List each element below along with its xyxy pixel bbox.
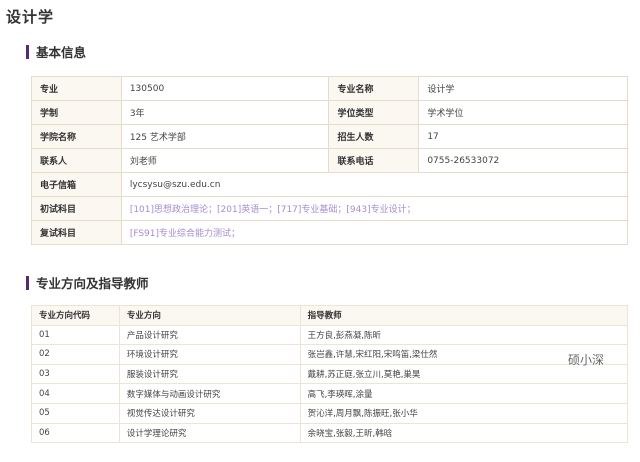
first-exam-label: 初试科目 bbox=[31, 196, 122, 221]
info-value: 3年 bbox=[120, 100, 330, 125]
table-row: 02 环境设计研究 张岂鑫,许慧,宋红阳,宋鸣笛,梁仕然 bbox=[31, 344, 629, 365]
info-key: 招生人数 bbox=[328, 124, 420, 149]
heading-accent-bar bbox=[26, 44, 29, 59]
table-row: 06 设计学理论研究 余晓宝,张毅,王昕,韩晗 bbox=[31, 422, 629, 444]
directions-table: 专业方向代码 专业方向 指导教师 01 产品设计研究 王方良,彭燕凝,陈昕 02… bbox=[31, 305, 629, 444]
table-row: 学院名称 125 艺术学部 招生人数 17 bbox=[31, 124, 628, 149]
first-exam-subjects[interactable]: [101]思想政治理论；[201]英语一；[717]专业基础；[943]专业设计… bbox=[120, 196, 629, 221]
table-header-row: 专业方向代码 专业方向 指导教师 bbox=[31, 305, 629, 326]
basic-info-table: 专业 130500 专业名称 设计学 学制 3年 学位类型 学术学位 学院名称 … bbox=[31, 76, 629, 245]
info-value: 17 bbox=[418, 124, 628, 149]
email-label: 电子信箱 bbox=[31, 172, 122, 197]
table-row: 04 数字媒体与动画设计研究 高飞,李瑛晖,涂量 bbox=[31, 383, 629, 404]
table-row: 03 服装设计研究 戴耕,苏正庭,张立川,莫艳,巢昊 bbox=[31, 363, 629, 385]
second-exam-subjects[interactable]: [FS91]专业综合能力测试； bbox=[120, 220, 629, 245]
direction-advisors: 高飞,李瑛晖,涂量 bbox=[299, 383, 629, 404]
info-key: 联系人 bbox=[31, 148, 122, 173]
table-row: 01 产品设计研究 王方良,彭燕凝,陈昕 bbox=[31, 324, 629, 346]
info-key: 专业 bbox=[31, 76, 122, 101]
table-row: 电子信箱 lycsysu@szu.edu.cn bbox=[31, 172, 629, 197]
info-value: 0755-26533072 bbox=[418, 148, 628, 173]
page-title: 设计学 bbox=[6, 8, 55, 26]
direction-code: 01 bbox=[31, 324, 120, 346]
basic-info-heading-text: 基本信息 bbox=[36, 45, 87, 60]
info-key: 学位类型 bbox=[328, 100, 420, 125]
column-header: 专业方向 bbox=[118, 305, 301, 326]
direction-advisors: 贺沁洋,周月飘,陈振旺,张小华 bbox=[299, 402, 629, 424]
direction-name: 设计学理论研究 bbox=[118, 422, 301, 444]
info-key: 联系电话 bbox=[328, 148, 420, 173]
direction-advisors: 王方良,彭燕凝,陈昕 bbox=[299, 324, 629, 346]
direction-code: 05 bbox=[31, 402, 120, 424]
direction-code: 04 bbox=[31, 383, 120, 404]
directions-heading-text: 专业方向及指导教师 bbox=[36, 276, 149, 291]
direction-code: 02 bbox=[31, 344, 120, 365]
info-key: 学制 bbox=[31, 100, 122, 125]
basic-info-heading: 基本信息 bbox=[26, 42, 86, 61]
second-exam-label: 复试科目 bbox=[31, 220, 122, 245]
info-key: 学院名称 bbox=[31, 124, 122, 149]
direction-name: 产品设计研究 bbox=[118, 324, 301, 346]
info-value: 学术学位 bbox=[418, 100, 628, 125]
email-value: lycsysu@szu.edu.cn bbox=[120, 172, 629, 197]
table-row: 学制 3年 学位类型 学术学位 bbox=[31, 100, 628, 125]
watermark-text: 硕小深 bbox=[568, 353, 605, 367]
table-row: 05 视觉传达设计研究 贺沁洋,周月飘,陈振旺,张小华 bbox=[31, 402, 629, 424]
direction-name: 数字媒体与动画设计研究 bbox=[118, 383, 301, 404]
direction-advisors: 余晓宝,张毅,王昕,韩晗 bbox=[299, 422, 629, 444]
info-value: 130500 bbox=[120, 76, 330, 101]
heading-accent-bar bbox=[26, 275, 29, 290]
column-header: 指导教师 bbox=[299, 305, 629, 326]
direction-name: 环境设计研究 bbox=[118, 344, 301, 365]
direction-name: 服装设计研究 bbox=[118, 363, 301, 385]
direction-name: 视觉传达设计研究 bbox=[118, 402, 301, 424]
direction-code: 03 bbox=[31, 363, 120, 385]
directions-heading: 专业方向及指导教师 bbox=[26, 273, 149, 292]
table-row: 专业 130500 专业名称 设计学 bbox=[31, 76, 628, 101]
column-header: 专业方向代码 bbox=[31, 305, 120, 326]
table-row: 复试科目 [FS91]专业综合能力测试； bbox=[31, 220, 629, 245]
info-value: 125 艺术学部 bbox=[120, 124, 330, 149]
info-key: 专业名称 bbox=[328, 76, 420, 101]
info-value: 刘老师 bbox=[120, 148, 330, 173]
table-row: 初试科目 [101]思想政治理论；[201]英语一；[717]专业基础；[943… bbox=[31, 196, 629, 221]
direction-code: 06 bbox=[31, 422, 120, 444]
table-row: 联系人 刘老师 联系电话 0755-26533072 bbox=[31, 148, 628, 173]
info-value: 设计学 bbox=[418, 76, 628, 101]
